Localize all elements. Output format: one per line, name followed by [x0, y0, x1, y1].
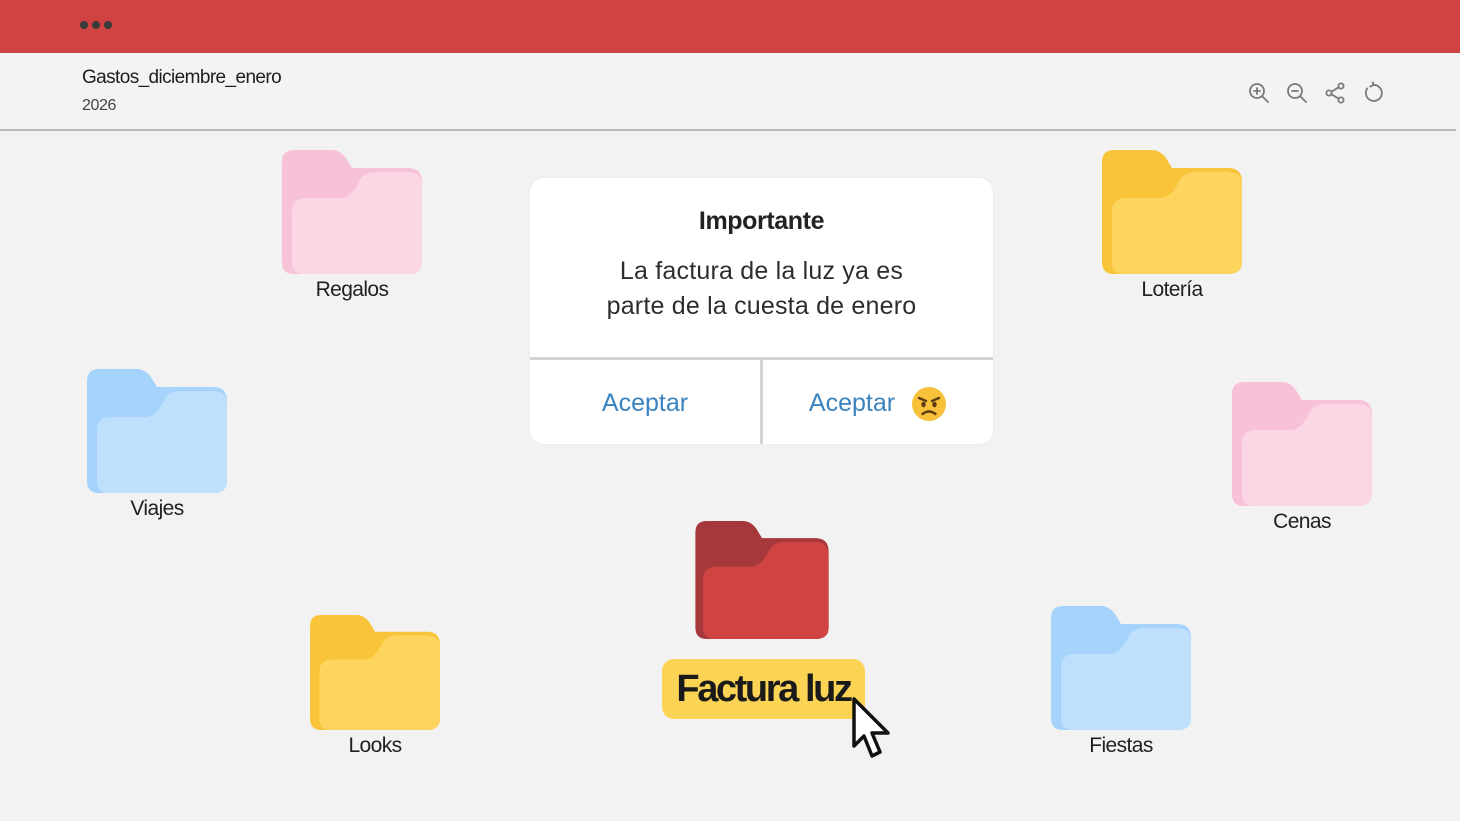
- folder-label: Fiestas: [1089, 734, 1153, 757]
- dialog-message: La factura de la luz ya es parte de la c…: [530, 254, 993, 324]
- dialog-title: Importante: [698, 207, 825, 235]
- accept-button-label: Aceptar: [601, 389, 689, 417]
- alert-dialog: Importante La factura de la luz ya es pa…: [530, 178, 993, 444]
- folder-factura-luz[interactable]: [672, 521, 852, 639]
- zoom-out-icon: [1287, 83, 1307, 103]
- blue-folder-icon: [87, 369, 227, 493]
- zoom-in-button[interactable]: [1246, 80, 1272, 106]
- window-controls[interactable]: [80, 21, 112, 29]
- folder-label: Lotería: [1141, 278, 1203, 301]
- accept-angry-button[interactable]: Aceptar: [760, 360, 993, 444]
- dialog-message-line: La factura de la luz ya es: [619, 257, 904, 285]
- window-dot-icon: [92, 21, 100, 29]
- dialog-message-line: parte de la cuesta de enero: [606, 292, 917, 320]
- folder-loteria[interactable]: Lotería: [1082, 150, 1262, 302]
- pink-folder-icon: [282, 150, 422, 274]
- yellow-folder-icon: [310, 615, 440, 730]
- refresh-icon: [1364, 81, 1383, 102]
- document-header: Gastos_diciembre_enero 2026: [0, 53, 1456, 131]
- folder-viajes[interactable]: Viajes: [67, 369, 247, 521]
- zoom-out-button[interactable]: [1284, 80, 1310, 106]
- folder-looks[interactable]: Looks: [285, 615, 465, 758]
- selected-folder-label[interactable]: Factura luz: [662, 659, 865, 719]
- folder-cenas[interactable]: Cenas: [1212, 382, 1392, 534]
- folder-label: Regalos: [315, 278, 389, 301]
- pink-folder-icon: [1232, 382, 1372, 506]
- dialog-actions: Aceptar Aceptar: [530, 357, 993, 444]
- folder-regalos[interactable]: Regalos: [262, 150, 442, 302]
- angry-face-icon: [912, 386, 947, 421]
- zoom-in-icon: [1249, 83, 1269, 103]
- document-year: 2026: [82, 97, 116, 114]
- window-dot-icon: [104, 21, 112, 29]
- share-button[interactable]: [1322, 80, 1348, 106]
- yellow-folder-icon: [1102, 150, 1242, 274]
- file-browser-window: Gastos_diciembre_enero 2026 Regalos Lote…: [0, 0, 1460, 821]
- document-title: Gastos_diciembre_enero: [82, 67, 282, 88]
- red-folder-icon: [695, 521, 829, 639]
- blue-folder-icon: [1051, 606, 1191, 730]
- accept-button[interactable]: Aceptar: [530, 360, 760, 444]
- folder-label: Cenas: [1273, 510, 1331, 533]
- mouse-pointer-icon: [852, 697, 890, 758]
- toolbar: [1246, 80, 1386, 106]
- window-dot-icon: [80, 21, 88, 29]
- accept-button-label: Aceptar: [808, 389, 896, 417]
- refresh-button[interactable]: [1360, 80, 1386, 106]
- share-icon: [1325, 82, 1345, 104]
- title-bar: [0, 0, 1460, 53]
- folder-label: Viajes: [130, 497, 184, 520]
- folder-label: Looks: [348, 734, 402, 757]
- folder-fiestas[interactable]: Fiestas: [1031, 606, 1211, 758]
